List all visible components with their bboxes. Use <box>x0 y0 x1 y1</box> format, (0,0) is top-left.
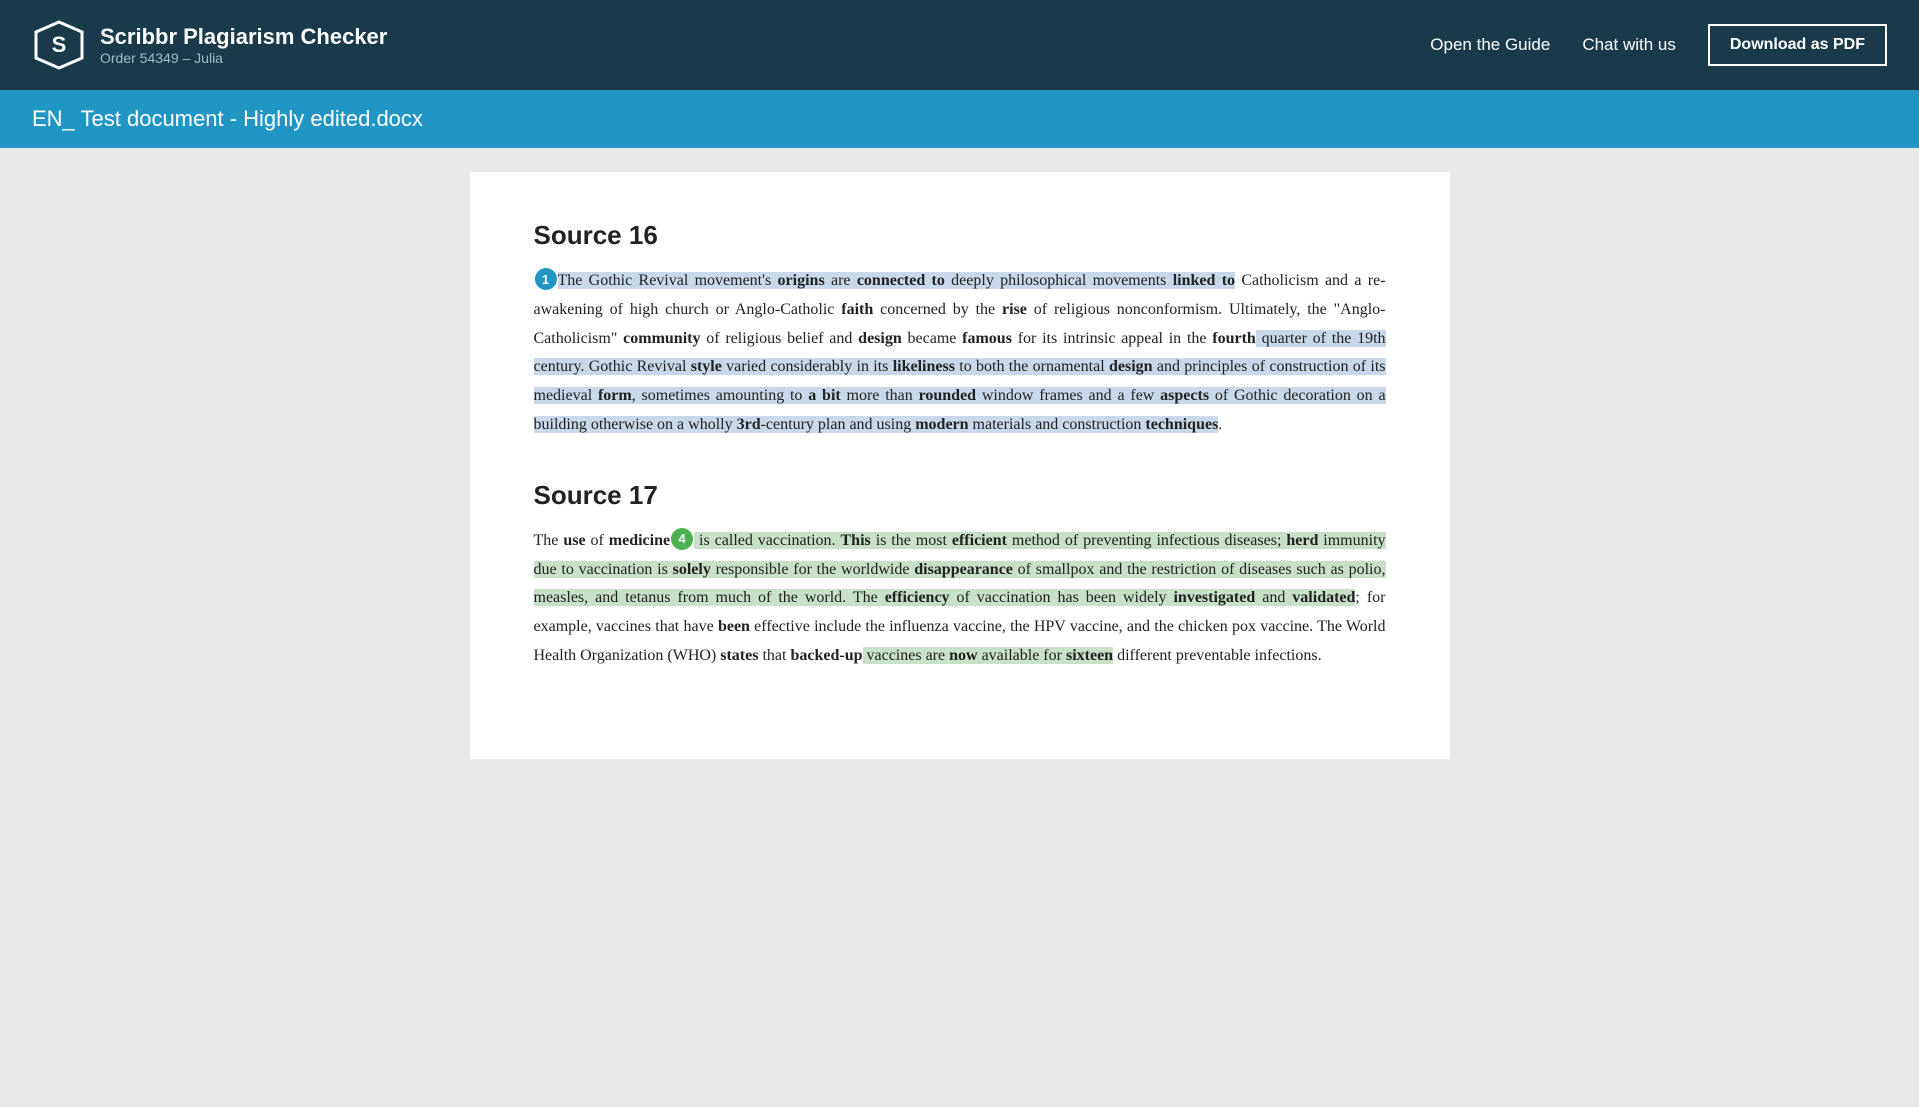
text-segment: aspects <box>1160 387 1209 404</box>
text-segment: states <box>720 647 758 664</box>
download-pdf-button[interactable]: Download as PDF <box>1708 24 1887 66</box>
doc-title-bar: EN_ Test document - Highly edited.docx <box>0 90 1919 148</box>
text-segment: use <box>563 532 585 549</box>
text-segment: disappearance <box>914 561 1013 578</box>
text-segment: materials and construction <box>969 416 1146 433</box>
text-segment: The <box>534 532 564 549</box>
text-segment: is called vaccination. <box>694 532 840 549</box>
text-segment: form <box>598 387 632 404</box>
text-segment: responsible for the worldwide <box>711 561 914 578</box>
text-segment: been <box>718 618 750 635</box>
document-page: Source 16 1The Gothic Revival movement's… <box>470 172 1450 759</box>
scribbr-logo-icon: S <box>32 18 86 72</box>
text-segment: of religious belief and <box>700 330 858 347</box>
header-nav: Open the Guide Chat with us Download as … <box>1430 24 1887 66</box>
logo-text-block: Scribbr Plagiarism Checker Order 54349 –… <box>100 24 387 66</box>
source-17-heading: Source 17 <box>534 480 1386 511</box>
badge-1: 1 <box>535 268 557 290</box>
text-segment: connected to <box>857 272 945 289</box>
text-segment: is the most <box>871 532 952 549</box>
text-segment: faith <box>841 301 873 318</box>
text-segment: likeliness <box>893 358 955 375</box>
text-segment: a bit <box>808 387 840 404</box>
text-segment: now <box>949 647 977 664</box>
text-segment: fourth <box>1212 330 1256 347</box>
text-segment: vaccines are <box>863 647 950 664</box>
logo-area: S Scribbr Plagiarism Checker Order 54349… <box>32 18 1406 72</box>
svg-text:S: S <box>52 32 67 57</box>
text-segment: style <box>691 358 722 375</box>
text-segment: backed-up <box>790 647 862 664</box>
document-title: EN_ Test document - Highly edited.docx <box>32 106 423 131</box>
text-segment: design <box>858 330 902 347</box>
text-segment: efficiency <box>885 589 950 606</box>
main-content: Source 16 1The Gothic Revival movement's… <box>0 148 1919 1107</box>
order-subtitle: Order 54349 – Julia <box>100 50 387 66</box>
text-segment: linked to <box>1173 272 1235 289</box>
text-segment: for its intrinsic appeal in the <box>1012 330 1212 347</box>
text-segment: solely <box>673 561 711 578</box>
text-segment: -century plan and using <box>761 416 916 433</box>
text-segment: varied considerably in its <box>722 358 893 375</box>
text-segment: 3rd <box>737 416 761 433</box>
source-16-section: Source 16 1The Gothic Revival movement's… <box>534 220 1386 440</box>
source-16-paragraph: 1The Gothic Revival movement's origins a… <box>534 267 1386 440</box>
text-segment: medicine <box>609 532 670 549</box>
source-17-section: Source 17 The use of medicine4 is called… <box>534 480 1386 671</box>
text-segment: modern <box>915 416 968 433</box>
text-segment: validated <box>1292 589 1355 606</box>
text-segment: concerned by the <box>873 301 1002 318</box>
text-segment: The Gothic Revival movement's <box>558 272 778 289</box>
text-segment: method of preventing infectious diseases… <box>1007 532 1286 549</box>
text-segment: more than <box>841 387 919 404</box>
text-segment: window frames and a few <box>976 387 1160 404</box>
text-segment: efficient <box>952 532 1007 549</box>
text-segment: rounded <box>919 387 977 404</box>
text-segment: to both the ornamental <box>955 358 1109 375</box>
badge-4: 4 <box>671 528 693 550</box>
text-segment: techniques <box>1145 416 1218 433</box>
source-17-paragraph: The use of medicine4 is called vaccinati… <box>534 527 1386 671</box>
text-segment: . <box>1218 416 1222 433</box>
text-segment: are <box>825 272 857 289</box>
header: S Scribbr Plagiarism Checker Order 54349… <box>0 0 1919 90</box>
text-segment: available for <box>978 647 1066 664</box>
chat-with-us-link[interactable]: Chat with us <box>1582 35 1676 55</box>
text-segment: community <box>623 330 700 347</box>
text-segment: famous <box>962 330 1012 347</box>
text-segment: that <box>758 647 790 664</box>
open-guide-link[interactable]: Open the Guide <box>1430 35 1550 55</box>
source-16-heading: Source 16 <box>534 220 1386 251</box>
text-segment: design <box>1109 358 1153 375</box>
text-segment: This <box>841 532 871 549</box>
text-segment: deeply philosophical movements <box>945 272 1173 289</box>
text-segment: of <box>586 532 609 549</box>
text-segment: , sometimes amounting to <box>632 387 809 404</box>
text-segment: origins <box>778 272 825 289</box>
app-title: Scribbr Plagiarism Checker <box>100 24 387 50</box>
text-segment: and <box>1255 589 1292 606</box>
text-segment: became <box>902 330 962 347</box>
text-segment: investigated <box>1173 589 1255 606</box>
text-segment: of vaccination has been widely <box>950 589 1174 606</box>
text-segment: different preventable infections. <box>1113 647 1322 664</box>
text-segment: rise <box>1002 301 1027 318</box>
text-segment: herd <box>1286 532 1318 549</box>
text-segment: sixteen <box>1066 647 1113 664</box>
